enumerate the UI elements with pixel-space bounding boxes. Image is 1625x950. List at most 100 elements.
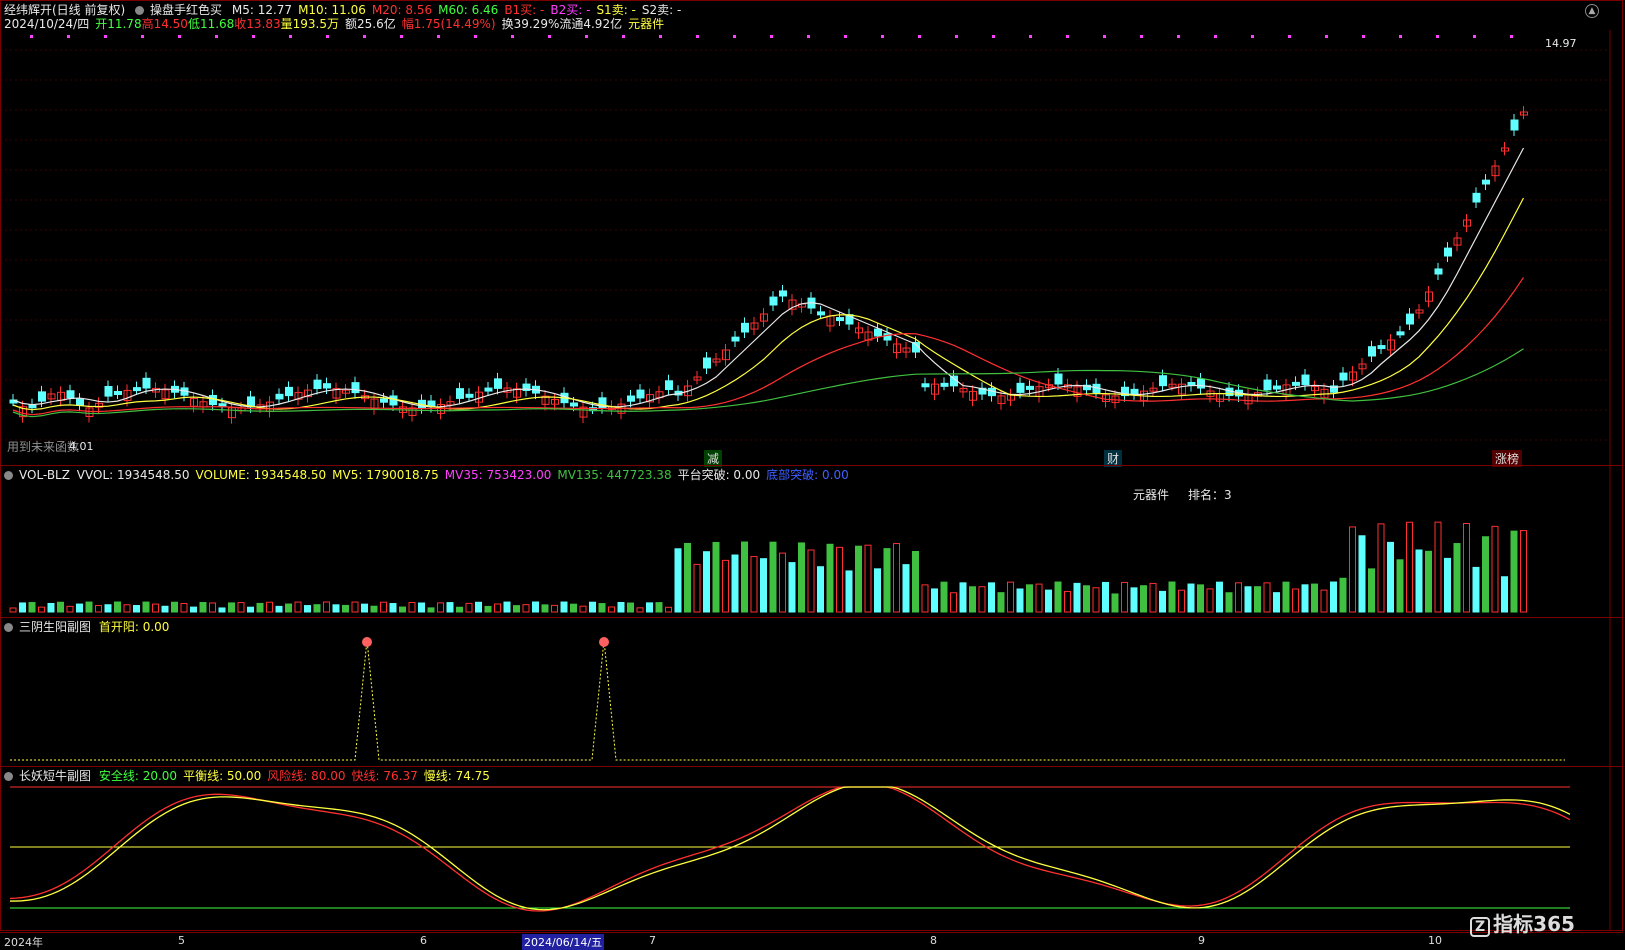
volume-bar [1140, 585, 1147, 613]
volume-bar [750, 556, 758, 613]
ma20-line [12, 277, 1524, 416]
volume-bar [1121, 581, 1128, 613]
volume-bar [1320, 589, 1328, 613]
fast-line [9, 786, 1571, 912]
volume-bar [655, 602, 663, 613]
signal-dot [511, 35, 514, 38]
volume-bar [304, 605, 311, 613]
volume-bar [503, 601, 511, 613]
x-label-sep: 9 [1198, 934, 1205, 947]
volume-bar [1035, 583, 1043, 613]
candle [1472, 192, 1481, 203]
volume-bar [418, 602, 425, 613]
brand-logo: Z 指标365 [1470, 908, 1575, 937]
candle [1263, 379, 1272, 391]
volume-bar [959, 582, 967, 613]
ma5-line [12, 147, 1525, 408]
candle [627, 395, 635, 402]
candle [1444, 247, 1452, 257]
volume-bar [1368, 568, 1375, 613]
signal-dot [696, 35, 699, 38]
sub1-legend: 首开阳: 0.00 [99, 620, 176, 634]
volume-bar [883, 548, 891, 613]
volume-bar [551, 604, 558, 613]
volume-bar [665, 606, 672, 613]
volume-bar [38, 606, 45, 613]
signal-dot [178, 35, 181, 38]
candle [570, 402, 578, 407]
volume-bar [275, 605, 283, 613]
signal-dot [1066, 35, 1069, 38]
candle [836, 317, 844, 322]
volume-bar [47, 602, 55, 613]
volume-bar [380, 601, 387, 613]
volume-bar [494, 603, 501, 613]
volume-bar [1102, 581, 1109, 613]
vol-sector-label: 元器件 [1133, 488, 1170, 502]
volume-bar [1263, 582, 1271, 613]
candle [285, 386, 293, 397]
volume-bar [408, 602, 416, 613]
volume-bar [912, 551, 919, 613]
vol-menu-icon[interactable] [4, 471, 13, 480]
candle [1339, 372, 1348, 381]
signal-dot [437, 35, 440, 38]
sub2-name[interactable]: 长妖短牛副图 [19, 769, 91, 783]
volume-bar [57, 601, 64, 613]
volume-bar [370, 605, 378, 613]
volume-bar [532, 601, 539, 613]
candle [380, 398, 388, 403]
volume-bar [85, 601, 93, 613]
volume-bar [1225, 592, 1233, 613]
x-label-may: 5 [178, 934, 185, 947]
x-axis-line [0, 932, 1623, 933]
candle [142, 377, 151, 389]
volume-bar [1007, 581, 1014, 613]
volume-bar [1092, 587, 1100, 613]
sub2-menu-icon[interactable] [4, 772, 13, 781]
signal-dot [252, 35, 255, 38]
vol-rank-label: 排名：3 [1188, 488, 1232, 502]
sub1-name[interactable]: 三阴生阳副图 [19, 620, 91, 634]
vol-item-2: MV5: 1790018.75 [332, 468, 439, 482]
volume-bar [589, 601, 596, 613]
candle [456, 388, 464, 399]
divider [0, 465, 1623, 466]
volume-bar [522, 604, 530, 613]
divider [0, 617, 1623, 618]
volume-bar [1292, 588, 1299, 613]
volume-bar [1349, 526, 1356, 613]
volume-bar [1073, 582, 1081, 613]
low-price-label: 4.01 [69, 440, 94, 453]
volume-bar [1187, 583, 1195, 613]
volume-bar [1026, 584, 1033, 613]
signal-dot [733, 35, 736, 38]
signal-dot [585, 35, 588, 38]
volume-bar [1406, 521, 1413, 613]
vol-item-1: VOLUME: 1934548.50 [195, 468, 327, 482]
candle [769, 296, 778, 306]
signal-dot [1510, 35, 1513, 38]
candle [1396, 331, 1405, 336]
volume-bar [342, 604, 349, 613]
volume-bar [1235, 582, 1242, 613]
volume-bar [1501, 576, 1508, 613]
candle [313, 379, 322, 390]
candle [817, 311, 825, 316]
candle [703, 357, 711, 369]
sub2-legend: 安全线: 20.00 平衡线: 50.00 风险线: 80.00 快线: 76.37 慢… [99, 769, 496, 783]
volume-bar [760, 558, 767, 613]
volume-bar [361, 603, 368, 613]
volume-bar [1206, 588, 1214, 613]
volume-bar [1358, 535, 1366, 613]
sub1-menu-icon[interactable] [4, 623, 13, 632]
vol-name[interactable]: VOL-BLZ [19, 468, 70, 482]
volume-bar [313, 604, 321, 613]
candle [389, 395, 398, 406]
signal-dot [215, 35, 218, 38]
signal-dot [1399, 35, 1402, 38]
volume-bar [285, 603, 292, 613]
signal-dot [1103, 35, 1106, 38]
volume-bar [294, 601, 302, 613]
volume-bar [446, 602, 454, 613]
